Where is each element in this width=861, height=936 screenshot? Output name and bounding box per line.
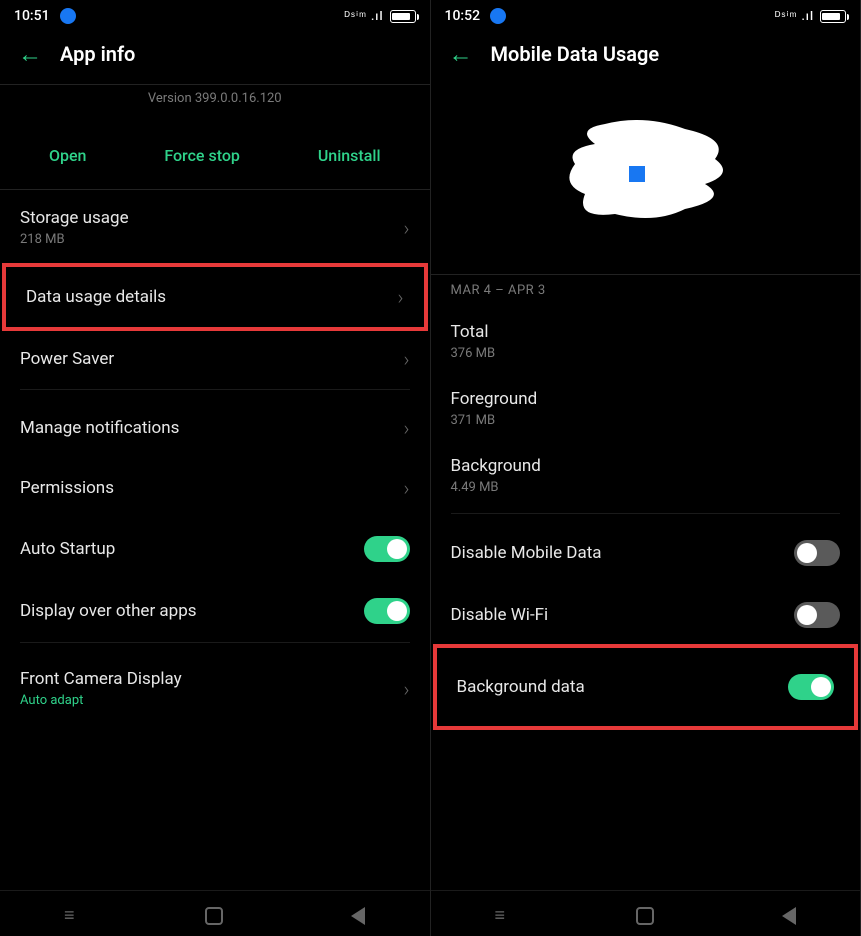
app-icon-redacted: [431, 84, 861, 274]
nav-home-icon[interactable]: [205, 907, 223, 925]
stat-background: Background 4.49 MB: [431, 446, 861, 513]
stat-fg-value: 371 MB: [451, 413, 841, 428]
chevron-right-icon: ›: [398, 285, 404, 309]
stat-total-label: Total: [451, 322, 841, 342]
permissions-label: Permissions: [20, 478, 404, 498]
disable-wifi-item: Disable Wi-Fi: [431, 584, 861, 646]
auto-startup-item: Auto Startup: [0, 518, 430, 580]
data-usage-details-item[interactable]: Data usage details ›: [6, 267, 424, 327]
stat-bg-label: Background: [451, 456, 841, 476]
notifications-label: Manage notifications: [20, 418, 404, 438]
front-camera-display-item[interactable]: Front Camera Display Auto adapt ›: [0, 651, 430, 726]
power-saver-label: Power Saver: [20, 349, 404, 369]
chevron-right-icon: ›: [404, 476, 410, 500]
manage-notifications-item[interactable]: Manage notifications ›: [0, 398, 430, 458]
phone-left-app-info: 10:51 ᴰˢⁱᵐ .ıl ← App info Version 399.0.…: [0, 0, 431, 936]
stat-total: Total 376 MB: [431, 312, 861, 379]
stat-bg-value: 4.49 MB: [451, 480, 841, 495]
header: ← App info: [0, 28, 430, 84]
display-over-apps-item: Display over other apps: [0, 580, 430, 642]
chevron-right-icon: ›: [404, 347, 410, 371]
open-button[interactable]: Open: [49, 146, 87, 165]
disable-mobile-data-item: Disable Mobile Data: [431, 522, 861, 584]
nav-bar: ≡: [0, 890, 430, 936]
stat-fg-label: Foreground: [451, 389, 841, 409]
chevron-right-icon: ›: [404, 416, 410, 440]
storage-sub: 218 MB: [20, 232, 404, 247]
auto-startup-toggle[interactable]: [364, 536, 410, 562]
nav-back-icon[interactable]: [351, 907, 365, 925]
background-data-label: Background data: [457, 677, 585, 697]
back-arrow-icon[interactable]: ←: [18, 42, 42, 66]
date-range: MAR 4 – APR 3: [431, 275, 861, 312]
status-time: 10:52: [445, 8, 481, 24]
storage-label: Storage usage: [20, 208, 404, 228]
page-title: App info: [60, 42, 135, 66]
nav-recent-icon[interactable]: ≡: [64, 905, 78, 926]
messenger-icon: [60, 8, 76, 24]
permissions-item[interactable]: Permissions ›: [0, 458, 430, 518]
chevron-right-icon: ›: [404, 216, 410, 240]
data-usage-label: Data usage details: [26, 287, 398, 307]
status-bar: 10:51 ᴰˢⁱᵐ .ıl: [0, 0, 430, 28]
signal-icon: ᴰˢⁱᵐ .ıl: [775, 9, 814, 23]
background-data-item: Background data: [437, 648, 855, 726]
action-row: Open Force stop Uninstall: [0, 124, 430, 189]
status-bar: 10:52 ᴰˢⁱᵐ .ıl: [431, 0, 861, 28]
app-version: Version 399.0.0.16.120: [0, 85, 430, 124]
storage-usage-item[interactable]: Storage usage 218 MB ›: [0, 190, 430, 265]
app-icon-square: [629, 166, 645, 182]
nav-back-icon[interactable]: [782, 907, 796, 925]
background-data-toggle[interactable]: [788, 674, 834, 700]
signal-icon: ᴰˢⁱᵐ .ıl: [345, 9, 384, 23]
disable-mobile-toggle[interactable]: [794, 540, 840, 566]
force-stop-button[interactable]: Force stop: [164, 146, 240, 165]
chevron-right-icon: ›: [404, 677, 410, 701]
messenger-icon: [490, 8, 506, 24]
page-title: Mobile Data Usage: [491, 42, 660, 66]
battery-icon: [820, 10, 846, 23]
display-over-label: Display over other apps: [20, 601, 364, 621]
stat-total-value: 376 MB: [451, 346, 841, 361]
display-over-toggle[interactable]: [364, 598, 410, 624]
back-arrow-icon[interactable]: ←: [449, 42, 473, 66]
highlight-background-data: Background data: [433, 644, 859, 730]
stat-foreground: Foreground 371 MB: [431, 379, 861, 446]
nav-recent-icon[interactable]: ≡: [494, 905, 508, 926]
auto-startup-label: Auto Startup: [20, 539, 364, 559]
disable-mobile-label: Disable Mobile Data: [451, 543, 602, 563]
disable-wifi-toggle[interactable]: [794, 602, 840, 628]
phone-right-mobile-data: 10:52 ᴰˢⁱᵐ .ıl ← Mobile Data Usage MAR 4…: [431, 0, 861, 936]
battery-icon: [390, 10, 416, 23]
status-time: 10:51: [14, 8, 50, 24]
power-saver-item[interactable]: Power Saver ›: [0, 329, 430, 389]
front-camera-sub: Auto adapt: [20, 693, 404, 708]
front-camera-label: Front Camera Display: [20, 669, 404, 689]
header: ← Mobile Data Usage: [431, 28, 861, 84]
nav-home-icon[interactable]: [636, 907, 654, 925]
nav-bar: ≡: [431, 890, 861, 936]
uninstall-button[interactable]: Uninstall: [318, 146, 381, 165]
disable-wifi-label: Disable Wi-Fi: [451, 605, 549, 625]
highlight-data-usage: Data usage details ›: [2, 263, 428, 331]
